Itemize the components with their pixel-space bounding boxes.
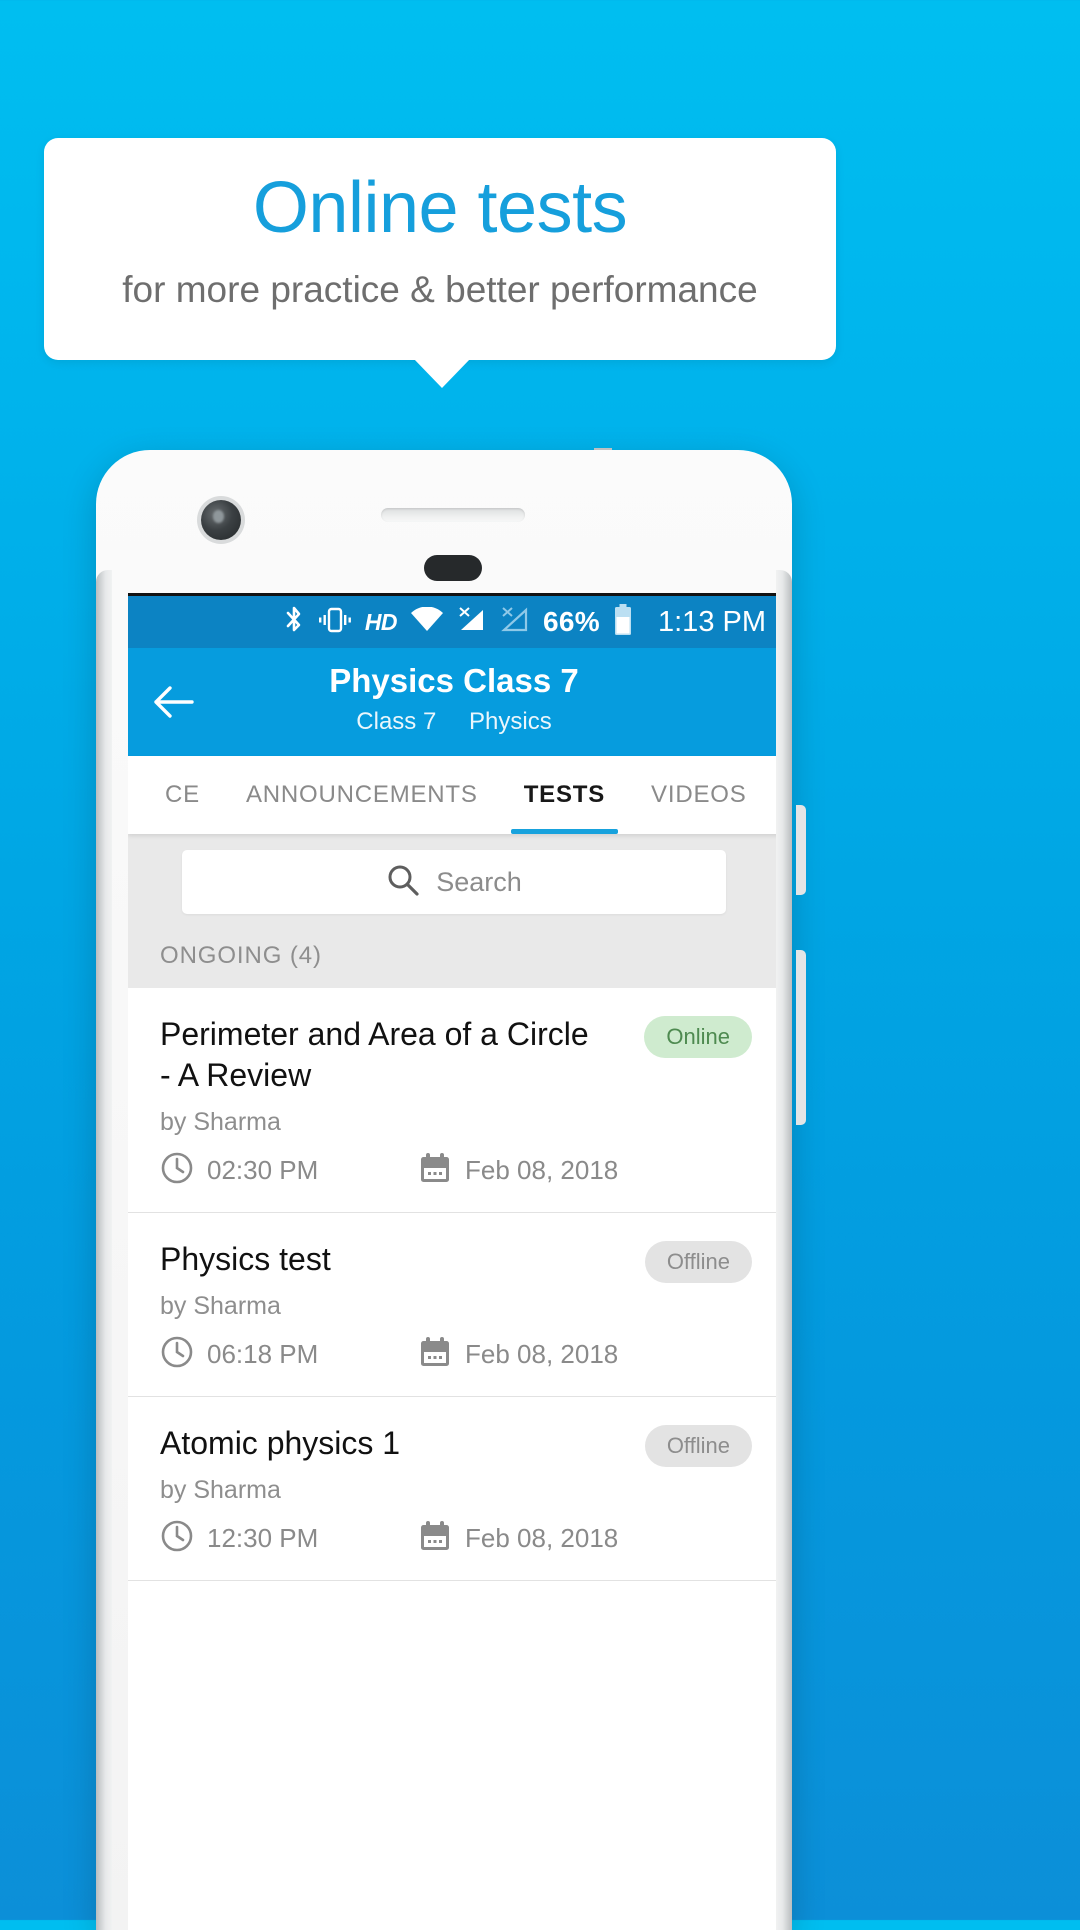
phone-screen: HD 66% 1:13 PM Physics Class 7 Class 7 P… [128, 593, 780, 1930]
calendar-icon [418, 1335, 452, 1374]
status-badge: Online [644, 1016, 752, 1058]
status-bar: HD 66% 1:13 PM [128, 596, 780, 648]
breadcrumb-subject: Physics [469, 708, 552, 735]
tab-ce[interactable]: CE [142, 756, 223, 834]
test-author: by Sharma [160, 1292, 281, 1320]
proximity-sensor [424, 555, 482, 581]
battery-icon [613, 603, 633, 641]
phone-mockup: HD 66% 1:13 PM Physics Class 7 Class 7 P… [86, 448, 806, 1930]
test-date: Feb 08, 2018 [418, 1151, 618, 1190]
test-date-text: Feb 08, 2018 [465, 1155, 619, 1185]
tab-announcements[interactable]: ANNOUNCEMENTS [223, 756, 501, 834]
section-header-ongoing: ONGOING (4) [128, 936, 780, 988]
test-meta: 02:30 PM Feb 08, 2018 [160, 1151, 750, 1190]
clock-icon [160, 1151, 194, 1190]
table-row[interactable]: Atomic physics 1 by Sharma 12:30 PM Feb … [128, 1397, 780, 1581]
test-time: 06:18 PM [160, 1335, 418, 1374]
calendar-icon [418, 1151, 452, 1190]
status-bar-clock: 1:13 PM [658, 605, 766, 638]
promo-title: Online tests [252, 168, 628, 248]
phone-left-edge [96, 570, 112, 1930]
test-title: Physics test [160, 1241, 331, 1277]
test-title: Atomic physics 1 [160, 1425, 401, 1461]
phone-body: HD 66% 1:13 PM Physics Class 7 Class 7 P… [96, 450, 792, 1930]
breadcrumb-class: Class 7 [356, 708, 437, 735]
tests-list: Perimeter and Area of a Circle - A Revie… [128, 988, 780, 1581]
test-meta: 06:18 PM Feb 08, 2018 [160, 1335, 750, 1374]
test-author: by Sharma [160, 1476, 281, 1504]
clock-icon [160, 1335, 194, 1374]
test-time-text: 02:30 PM [207, 1155, 319, 1185]
test-title: Perimeter and Area of a Circle - A Revie… [160, 1016, 589, 1093]
test-date-text: Feb 08, 2018 [465, 1339, 619, 1369]
test-time: 02:30 PM [160, 1151, 418, 1190]
calendar-icon [418, 1519, 452, 1558]
volume-button [796, 805, 806, 895]
search-icon [386, 863, 420, 902]
power-button [796, 950, 806, 1125]
promo-subtitle: for more practice & better performance [122, 269, 758, 310]
test-date: Feb 08, 2018 [418, 1519, 618, 1558]
test-date-text: Feb 08, 2018 [465, 1523, 619, 1553]
page-title: Physics Class 7 [329, 662, 579, 699]
hd-icon: HD [364, 608, 398, 635]
table-row[interactable]: Physics test by Sharma 06:18 PM Feb 08, … [128, 1213, 780, 1397]
phone-right-edge [776, 570, 792, 1930]
breadcrumb: Class 7 Physics [128, 708, 780, 736]
tab-tests[interactable]: TESTS [501, 756, 628, 834]
app-bar: Physics Class 7 Class 7 Physics [128, 648, 780, 756]
tab-videos[interactable]: VIDEOS [628, 756, 770, 834]
earpiece-speaker [381, 508, 525, 522]
wifi-icon [410, 606, 444, 638]
tab-bar: CE ANNOUNCEMENTS TESTS VIDEOS [128, 756, 780, 834]
table-row[interactable]: Perimeter and Area of a Circle - A Revie… [128, 988, 780, 1213]
status-badge: Offline [644, 1241, 752, 1283]
test-time-text: 06:18 PM [207, 1339, 319, 1369]
battery-percent: 66% [543, 606, 600, 637]
test-time: 12:30 PM [160, 1519, 418, 1558]
test-date: Feb 08, 2018 [418, 1335, 618, 1374]
signal-off-1-icon [457, 606, 487, 639]
test-time-text: 12:30 PM [207, 1523, 319, 1553]
search-zone: Search [128, 834, 780, 936]
search-placeholder: Search [436, 866, 522, 897]
search-input[interactable]: Search [182, 850, 726, 914]
promo-bubble-tail [413, 358, 471, 388]
status-badge: Offline [644, 1425, 752, 1467]
vibrate-icon [318, 606, 352, 639]
bluetooth-icon [283, 605, 305, 640]
signal-off-2-icon [500, 606, 530, 639]
promo-bubble: Online tests for more practice & better … [44, 138, 836, 360]
front-camera-icon [201, 500, 241, 540]
clock-icon [160, 1519, 194, 1558]
test-author: by Sharma [160, 1108, 281, 1136]
test-meta: 12:30 PM Feb 08, 2018 [160, 1519, 750, 1558]
